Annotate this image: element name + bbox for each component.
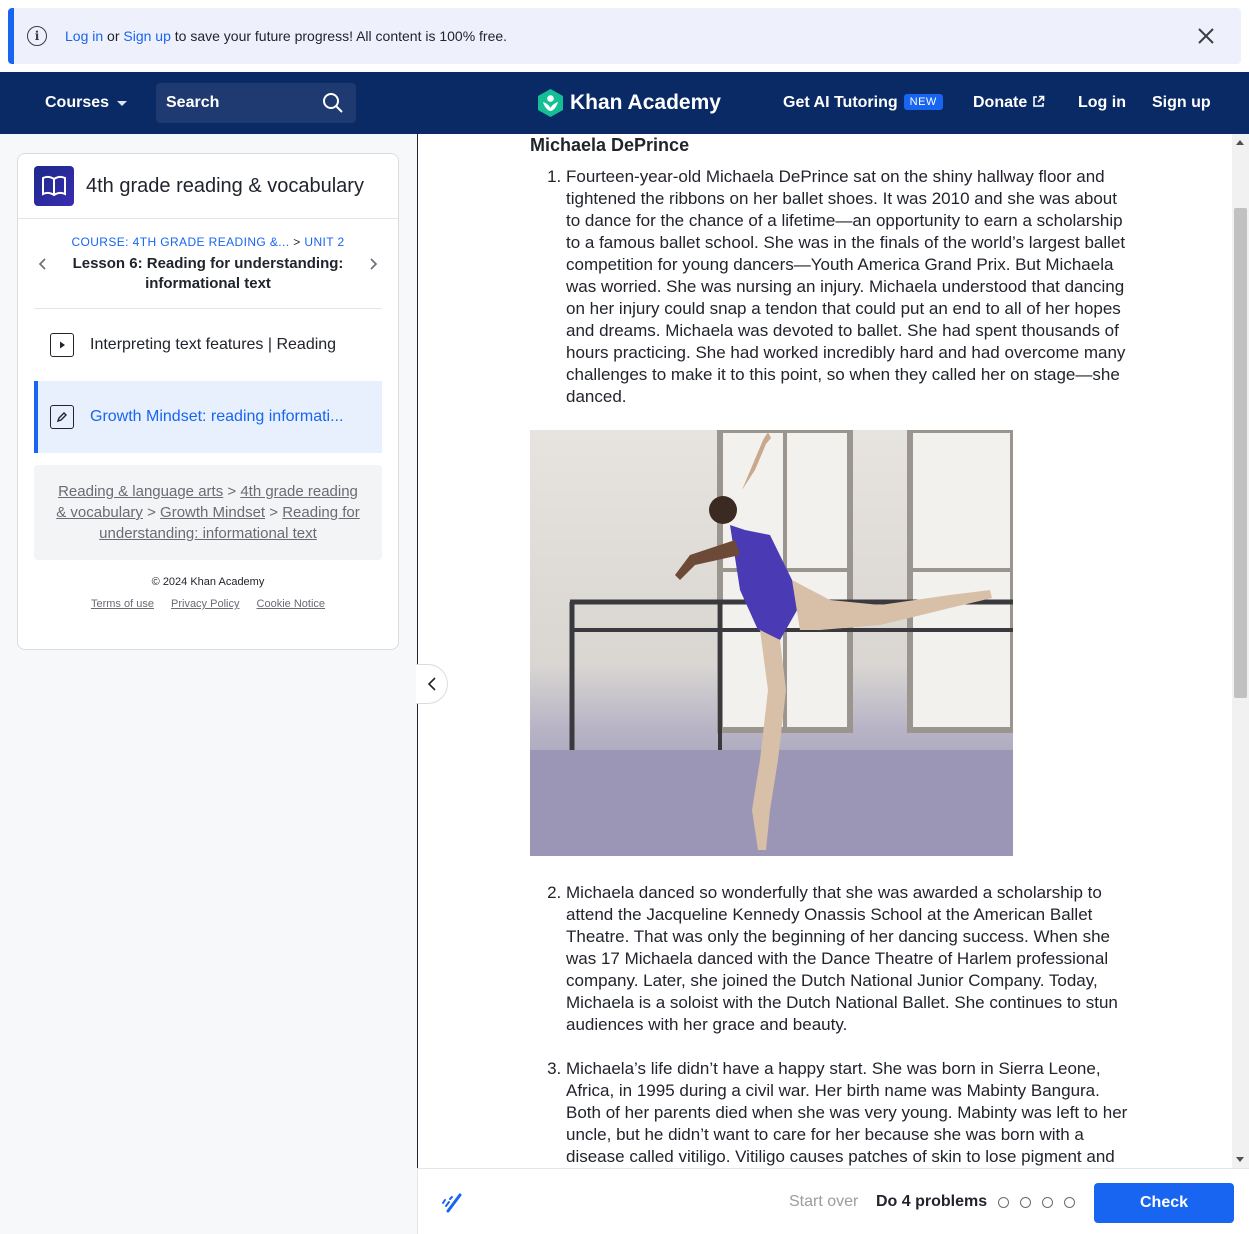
chevron-left-icon[interactable] [34,255,52,273]
signup-banner: i Log in or Sign up to save your future … [8,8,1241,64]
ballet-dancer-photo [530,430,1013,856]
chevron-right-icon[interactable] [364,255,382,273]
progress-dot [998,1197,1009,1208]
pencil-icon [50,405,74,429]
khan-logo-icon [538,89,563,117]
course-crumb-link[interactable]: COURSE: 4TH GRADE READING &... [71,235,289,249]
scroll-down-icon[interactable] [1236,1157,1244,1162]
lesson-title: Lesson 6: Reading for understanding: inf… [72,255,344,292]
sidebar-item-label: Growth Mindset: reading informati... [90,408,344,425]
external-link-icon [1032,95,1044,107]
course-header[interactable]: 4th grade reading & vocabulary [18,154,398,219]
header-login-link[interactable]: Log in [1078,94,1126,112]
search-icon [323,93,343,113]
problem-count: Do 4 problems [876,1193,988,1210]
terms-link[interactable]: Terms of use [91,598,154,610]
progress-dot [1042,1197,1053,1208]
breadcrumb: Reading & language arts > 4th grade read… [34,465,382,560]
course-nav-card: 4th grade reading & vocabulary COURSE: 4… [17,153,399,650]
breadcrumb-link[interactable]: Growth Mindset [160,504,265,521]
paragraph-3: Michaela’s life didn’t have a happy star… [566,1058,1130,1168]
sidebar-item-label: Interpreting text features | Reading [90,336,337,353]
lesson-navigator: COURSE: 4TH GRADE READING &... > UNIT 2 … [34,219,382,309]
book-icon [34,166,74,206]
progress-dot [1020,1197,1031,1208]
paragraph-2: Michaela danced so wonderfully that she … [566,882,1130,1036]
play-icon [50,333,74,357]
progress-dot [1064,1197,1075,1208]
article: Michaela DePrince Fourteen-year-old Mich… [530,134,1130,1168]
search-input[interactable]: Search [156,83,356,123]
article-heading: Michaela DePrince [530,135,690,155]
banner-message: Log in or Sign up to save your future pr… [65,28,508,44]
banner-text: to save your future progress! All conten… [174,28,508,44]
start-over-button[interactable]: Start over [789,1193,858,1211]
top-nav: Courses Search Khan Academy Get AI Tutor… [0,72,1249,134]
copyright: © 2024 Khan Academy [151,576,265,588]
breadcrumb-link[interactable]: Reading & language arts [58,483,223,500]
exercise-footer: Start over Do 4 problems Check [417,1168,1249,1234]
privacy-link[interactable]: Privacy Policy [171,598,239,610]
scratchpad-pencil-icon[interactable] [440,1189,466,1215]
donate-link[interactable]: Donate [973,94,1045,112]
chevron-down-icon [117,100,128,106]
unit-crumb-link[interactable]: UNIT 2 [304,235,344,249]
info-icon: i [27,26,47,46]
scrollbar-thumb[interactable] [1234,208,1247,698]
close-icon[interactable] [1195,25,1217,47]
sidebar-footer: © 2024 Khan Academy Terms of use Privacy… [18,576,398,610]
sidebar-item-video[interactable]: Interpreting text features | Reading [34,309,382,381]
ai-tutoring-link[interactable]: Get AI Tutoring NEW [783,94,943,112]
progress-dots [998,1197,1086,1208]
banner-login-link[interactable]: Log in [65,28,103,44]
content-scrollbar[interactable] [1232,134,1249,1168]
header-signup-link[interactable]: Sign up [1152,94,1211,112]
khan-academy-logo[interactable]: Khan Academy [537,88,721,118]
chevron-left-icon [427,677,436,691]
cookie-link[interactable]: Cookie Notice [257,598,325,610]
courses-menu-button[interactable]: Courses [45,94,128,112]
banner-signup-link[interactable]: Sign up [123,28,170,44]
course-title: 4th grade reading & vocabulary [86,174,364,197]
check-button[interactable]: Check [1094,1183,1234,1223]
article-paragraphs: Fourteen-year-old Michaela DePrince sat … [530,166,1130,1168]
exercise-content: Michaela DePrince Fourteen-year-old Mich… [417,134,1232,1168]
paragraph-1: Fourteen-year-old Michaela DePrince sat … [566,166,1130,408]
new-badge: NEW [903,94,943,110]
scroll-up-icon[interactable] [1236,140,1244,145]
lesson-breadcrumb: COURSE: 4TH GRADE READING &... > UNIT 2 [71,235,345,249]
sidebar-item-exercise[interactable]: Growth Mindset: reading informati... [34,381,382,453]
